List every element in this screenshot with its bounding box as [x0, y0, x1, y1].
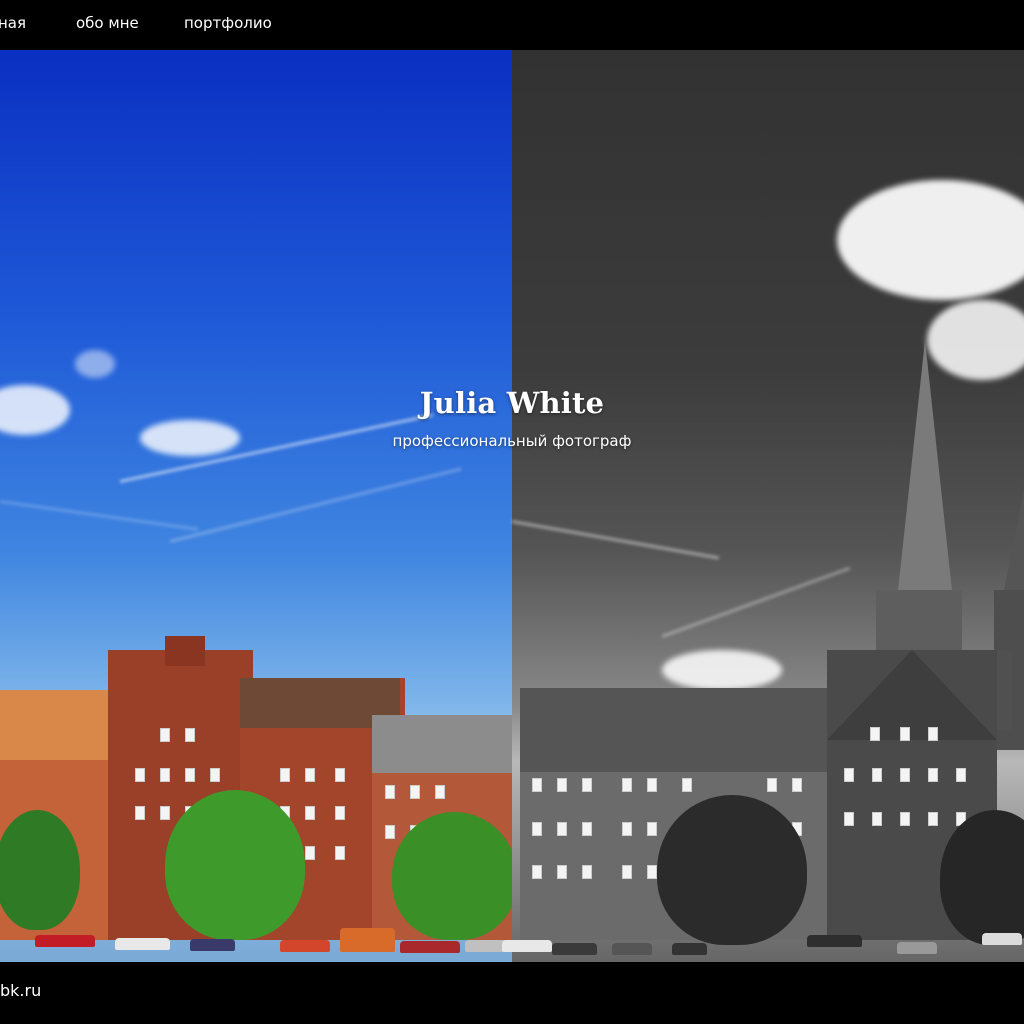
- footer-contact-text[interactable]: bk.ru: [0, 981, 41, 1000]
- hero-photo: Julia White профессиональный фотограф: [0, 50, 1024, 962]
- nav-link-portfolio[interactable]: портфолио: [184, 14, 272, 32]
- hero-photo-bw-half: [502, 50, 1024, 962]
- nav-link-home[interactable]: ная: [0, 14, 26, 32]
- site-title: Julia White: [419, 386, 605, 420]
- hero-title-block: Julia White профессиональный фотограф: [0, 386, 1024, 450]
- hero-photo-color-half: [0, 50, 517, 962]
- footer-bar: bk.ru: [0, 962, 1024, 1024]
- top-navigation-bar: ная обо мне портфолио: [0, 0, 1024, 50]
- site-subtitle: профессиональный фотограф: [392, 432, 632, 450]
- nav-link-about[interactable]: обо мне: [76, 14, 139, 32]
